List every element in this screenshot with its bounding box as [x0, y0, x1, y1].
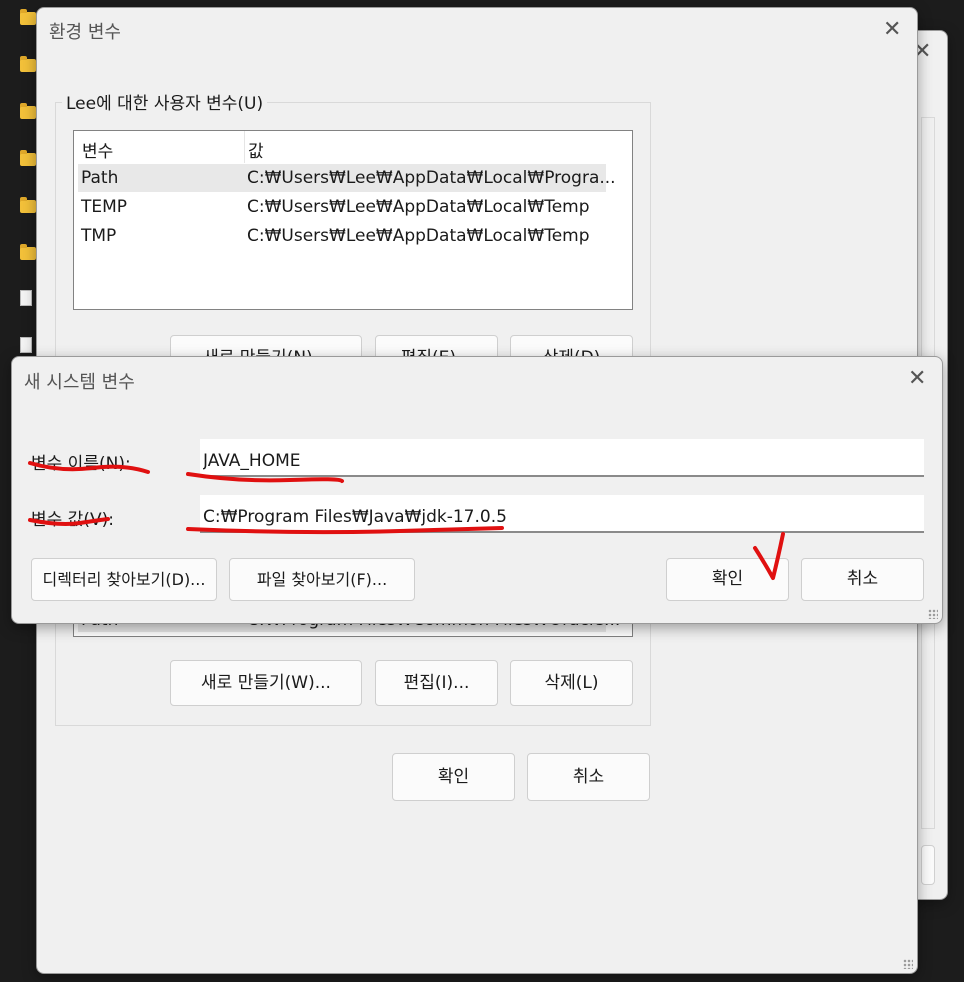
- ok-button[interactable]: 확인: [666, 558, 789, 601]
- folder-icon[interactable]: [20, 244, 36, 260]
- new-system-variable-dialog: 새 시스템 변수 ✕ 변수 이름(N): 변수 값(V): 디렉터리 찾아보기(…: [11, 356, 943, 624]
- close-icon[interactable]: ✕: [908, 368, 926, 390]
- variable-value: C:₩Users₩Lee₩AppData₩Local₩Temp: [247, 226, 590, 246]
- variable-value: C:₩Users₩Lee₩AppData₩Local₩Temp: [247, 197, 590, 217]
- variable-name-input[interactable]: [200, 439, 924, 477]
- folder-icon[interactable]: [20, 150, 36, 166]
- dialog-title: 환경 변수: [49, 22, 121, 43]
- variable-value: C:₩Users₩Lee₩AppData₩Local₩Progra...: [247, 168, 616, 188]
- folder-icon[interactable]: [20, 197, 36, 213]
- resize-grip[interactable]: [928, 609, 938, 619]
- resize-grip[interactable]: [903, 959, 913, 969]
- file-icon[interactable]: [20, 337, 32, 353]
- close-icon[interactable]: ✕: [883, 19, 901, 41]
- column-header-value[interactable]: 값: [248, 137, 264, 162]
- browse-directory-button[interactable]: 디렉터리 찾아보기(D)...: [31, 558, 217, 601]
- system-edit-button[interactable]: 편집(I)...: [375, 660, 498, 706]
- folder-icon[interactable]: [20, 9, 36, 25]
- variable-name: TMP: [81, 226, 117, 246]
- list-item[interactable]: Path C:₩Users₩Lee₩AppData₩Local₩Progra..…: [78, 164, 616, 192]
- ok-button[interactable]: 확인: [392, 753, 515, 801]
- file-icon[interactable]: [20, 290, 32, 306]
- variable-name: TEMP: [81, 197, 128, 217]
- cancel-button[interactable]: 취소: [801, 558, 924, 601]
- browse-file-button[interactable]: 파일 찾아보기(F)...: [229, 558, 415, 601]
- user-variables-list[interactable]: 변수 값 Path C:₩Users₩Lee₩AppData₩Local₩Pro…: [73, 130, 633, 310]
- list-header: 변수 값: [78, 131, 606, 163]
- list-item[interactable]: TMP C:₩Users₩Lee₩AppData₩Local₩Temp: [78, 222, 606, 250]
- window-button[interactable]: [921, 845, 935, 885]
- cancel-button[interactable]: 취소: [527, 753, 650, 801]
- column-header-name[interactable]: 변수: [82, 137, 113, 162]
- variable-name-label: 변수 이름(N):: [31, 454, 131, 474]
- system-delete-button[interactable]: 삭제(L): [510, 660, 633, 706]
- folder-icon[interactable]: [20, 103, 36, 119]
- system-new-button[interactable]: 새로 만들기(W)...: [170, 660, 362, 706]
- dialog-title: 새 시스템 변수: [24, 372, 135, 393]
- variable-value-input[interactable]: [200, 495, 924, 533]
- variable-value-label: 변수 값(V):: [31, 510, 114, 530]
- list-item[interactable]: TEMP C:₩Users₩Lee₩AppData₩Local₩Temp: [78, 193, 606, 221]
- variable-name: Path: [81, 168, 119, 188]
- column-divider[interactable]: [244, 131, 245, 163]
- folder-icon[interactable]: [20, 56, 36, 72]
- user-variables-label: Lee에 대한 사용자 변수(U): [62, 89, 268, 114]
